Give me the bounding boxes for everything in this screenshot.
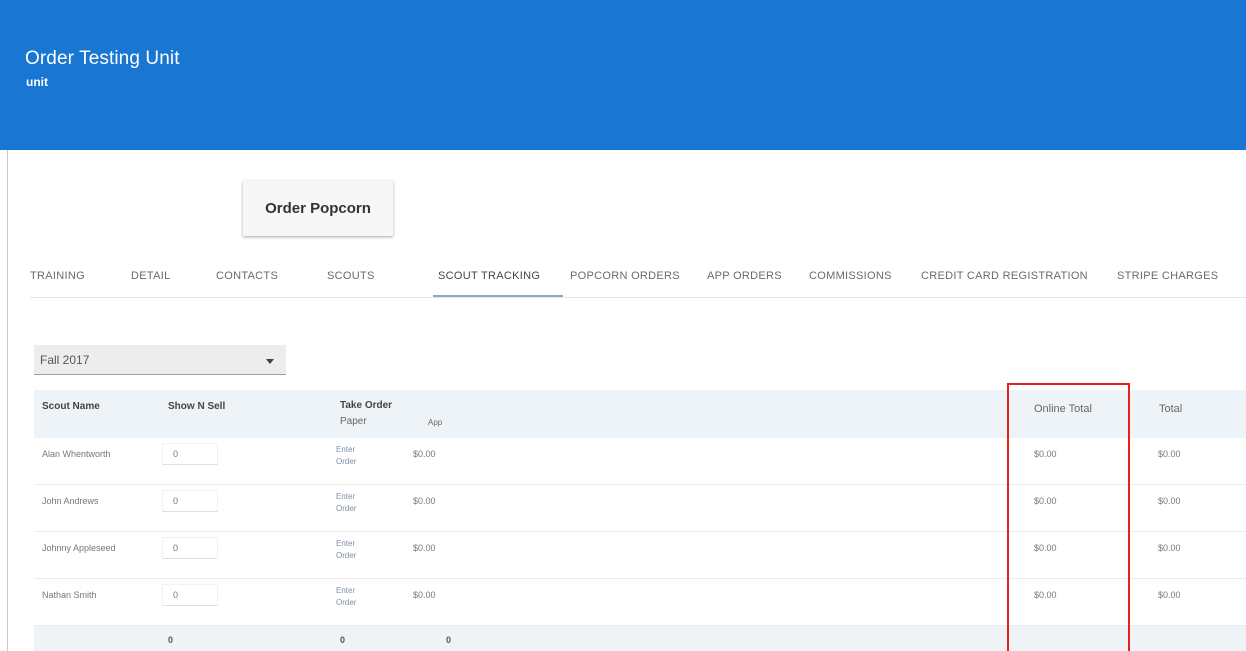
tab-commissions[interactable]: COMMISSIONS bbox=[809, 270, 892, 282]
enter-order-link[interactable]: Enter Order bbox=[336, 538, 366, 562]
tab-scouts[interactable]: SCOUTS bbox=[327, 270, 375, 282]
table-row: Johnny Appleseed EnterOrder $0.00 $0.00 … bbox=[34, 532, 1246, 579]
page: Order Testing Unit unit Order Popcorn TR… bbox=[0, 0, 1246, 651]
enter-order-line2: Order bbox=[336, 504, 357, 513]
col-total: Total bbox=[1159, 403, 1183, 415]
tab-divider bbox=[30, 297, 1246, 298]
enter-order-line1: Enter bbox=[336, 492, 356, 501]
show-n-sell-input[interactable] bbox=[162, 443, 218, 465]
table-row: John Andrews Enter Order $0.00 $0.00 $0.0… bbox=[34, 485, 1246, 532]
tab-contacts[interactable]: CONTACTS bbox=[216, 270, 278, 282]
dropdown-caret-icon bbox=[266, 359, 274, 364]
tab-scout-tracking[interactable]: SCOUT TRACKING bbox=[438, 270, 540, 282]
app-amount: $0.00 bbox=[413, 496, 436, 506]
tab-detail[interactable]: DETAIL bbox=[131, 270, 171, 282]
enter-order-line2: Order bbox=[336, 457, 357, 466]
col-scout-name: Scout Name bbox=[42, 401, 100, 412]
enter-order-line1: Enter bbox=[336, 539, 356, 548]
tab-popcorn-orders[interactable]: POPCORN ORDERS bbox=[570, 270, 680, 282]
app-header: Order Testing Unit unit bbox=[0, 0, 1246, 150]
scout-name: Alan Whentworth bbox=[42, 449, 111, 459]
unit-title: Order Testing Unit bbox=[25, 48, 180, 69]
app-amount: $0.00 bbox=[413, 543, 436, 553]
col-online-total: Online Total bbox=[1034, 403, 1092, 415]
show-n-sell-total: 0 bbox=[168, 635, 174, 645]
enter-order-link[interactable]: Enter Order bbox=[336, 491, 366, 515]
enter-order-line1: Enter bbox=[336, 445, 356, 454]
unit-subtitle: unit bbox=[26, 75, 48, 89]
tab-credit-card-registration[interactable]: CREDIT CARD REGISTRATION bbox=[921, 270, 1088, 282]
total-value: $0.00 bbox=[1158, 590, 1181, 600]
online-total-value: $0.00 bbox=[1034, 590, 1057, 600]
app-amount: $0.00 bbox=[413, 590, 436, 600]
app-total: 0 bbox=[446, 635, 452, 645]
totals-row: 0 0 0 bbox=[34, 626, 1246, 651]
online-total-value: $0.00 bbox=[1034, 449, 1057, 459]
enter-order-line2: Order bbox=[336, 551, 357, 560]
total-value: $0.00 bbox=[1158, 449, 1181, 459]
online-total-value: $0.00 bbox=[1034, 543, 1057, 553]
show-n-sell-input[interactable] bbox=[162, 490, 218, 512]
enter-order-link[interactable]: Enter Order bbox=[336, 585, 366, 609]
tab-stripe-charges[interactable]: STRIPE CHARGES bbox=[1117, 270, 1218, 282]
table-row: Nathan Smith Enter Order $0.00 $0.00 $0.0… bbox=[34, 579, 1246, 626]
enter-order-link[interactable]: Enter Order bbox=[336, 444, 366, 468]
left-border bbox=[7, 150, 8, 651]
total-value: $0.00 bbox=[1158, 496, 1181, 506]
scout-name: John Andrews bbox=[42, 496, 99, 506]
scout-name: Nathan Smith bbox=[42, 590, 97, 600]
total-value: $0.00 bbox=[1158, 543, 1181, 553]
table-row: Alan Whentworth Enter Order $0.00 $0.00 $… bbox=[34, 438, 1246, 485]
enter-order-line1: Enter bbox=[336, 586, 356, 595]
show-n-sell-input[interactable] bbox=[162, 537, 218, 559]
col-take-order-paper: Paper bbox=[340, 416, 367, 427]
table-header: Scout Name Show N Sell Take Order Paper … bbox=[34, 390, 1246, 438]
app-amount: $0.00 bbox=[413, 449, 436, 459]
col-app: App bbox=[428, 418, 443, 427]
order-popcorn-button[interactable]: Order Popcorn bbox=[243, 181, 393, 236]
tab-training[interactable]: TRAINING bbox=[30, 270, 85, 282]
show-n-sell-input[interactable] bbox=[162, 584, 218, 606]
season-select-value: Fall 2017 bbox=[40, 353, 90, 367]
col-take-order: Take Order bbox=[340, 400, 393, 411]
col-show-n-sell: Show N Sell bbox=[168, 401, 226, 412]
scout-name: Johnny Appleseed bbox=[42, 543, 116, 553]
online-total-value: $0.00 bbox=[1034, 496, 1057, 506]
season-select[interactable]: Fall 2017 bbox=[34, 345, 286, 375]
take-order-total: 0 bbox=[340, 635, 346, 645]
enter-order-line2: Order bbox=[336, 598, 357, 607]
tab-app-orders[interactable]: APP ORDERS bbox=[707, 270, 782, 282]
tab-bar: TRAINING DETAIL CONTACTS SCOUTS SCOUT TR… bbox=[30, 262, 1246, 298]
